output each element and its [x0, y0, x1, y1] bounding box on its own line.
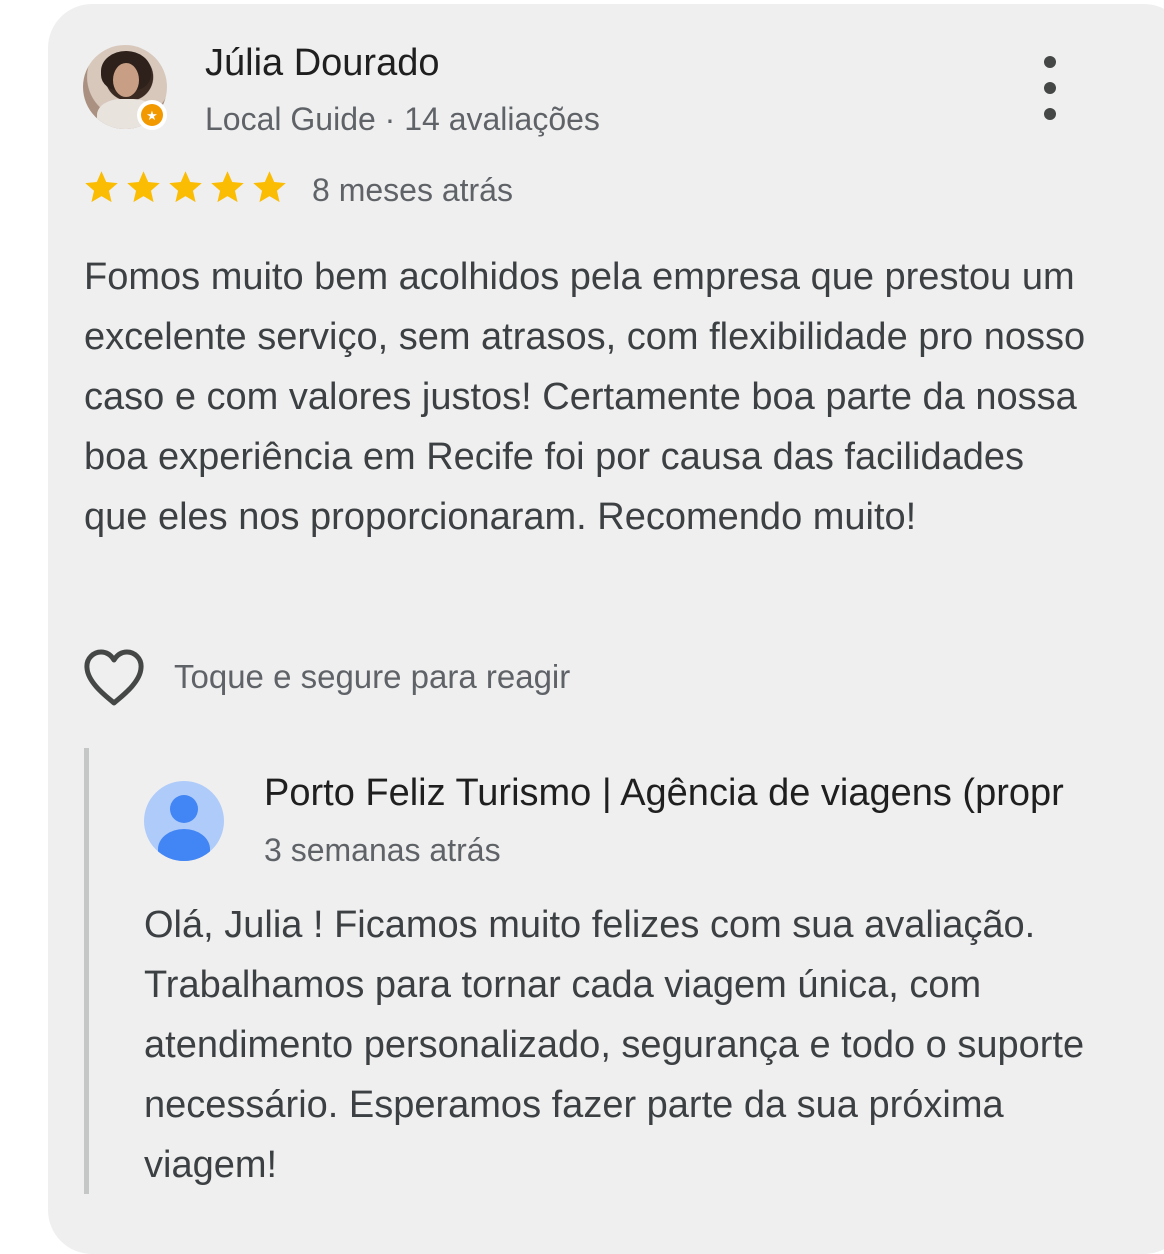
review-time: 8 meses atrás — [312, 172, 513, 208]
review-text: Fomos muito bem acolhidos pela empresa q… — [84, 256, 1086, 538]
author-meta: Local Guide · 14 avaliações — [205, 101, 600, 137]
star-icon — [253, 171, 286, 203]
star-icon — [169, 171, 202, 203]
react-hint: Toque e segure para reagir — [174, 658, 571, 695]
owner-reply: Porto Feliz Turismo | Agência de viagens… — [84, 748, 1164, 1194]
star-icon — [211, 171, 244, 203]
more-options-button[interactable] — [1033, 56, 1067, 120]
local-guide-badge-icon: ★ — [137, 100, 167, 130]
owner-reply-time: 3 semanas atrás — [264, 832, 501, 868]
avatar-face — [113, 63, 139, 97]
star-rating — [82, 168, 289, 207]
owner-name: Porto Feliz Turismo | Agência de viagens… — [264, 772, 1064, 814]
author-name[interactable]: Júlia Dourado — [205, 42, 439, 85]
owner-reply-text: Olá, Julia ! Ficamos muito felizes com s… — [144, 904, 1085, 1186]
owner-avatar — [144, 781, 224, 861]
heart-outline-icon — [84, 649, 144, 706]
more-vert-icon — [1044, 56, 1056, 68]
review-card: ★ Júlia Dourado Local Guide · 14 avaliaç… — [48, 4, 1164, 1254]
star-icon — [85, 171, 118, 203]
react-button[interactable] — [82, 648, 146, 708]
person-icon — [170, 795, 198, 823]
star-icon — [127, 171, 160, 203]
